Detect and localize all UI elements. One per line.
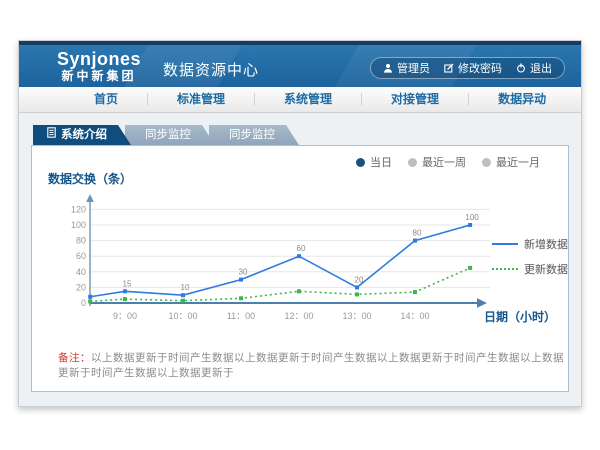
- radio-today[interactable]: 当日: [356, 154, 392, 170]
- svg-text:12：00: 12：00: [284, 311, 313, 321]
- page: Synjones 新中新集团 数据资源中心 管理员 修改密码: [0, 0, 600, 450]
- svg-text:9：00: 9：00: [113, 311, 137, 321]
- tab-label: 系统介绍: [61, 125, 107, 145]
- tab-label: 同步监控: [229, 125, 275, 145]
- svg-text:60: 60: [297, 244, 306, 253]
- svg-text:20: 20: [355, 275, 364, 284]
- tab-sync-monitor-1[interactable]: 同步监控: [125, 125, 215, 145]
- logo-text-en: Synjones: [57, 50, 141, 68]
- svg-text:80: 80: [413, 229, 422, 238]
- svg-text:100: 100: [71, 220, 86, 230]
- tab-sync-monitor-2[interactable]: 同步监控: [209, 125, 299, 145]
- svg-text:15: 15: [123, 279, 132, 288]
- svg-text:30: 30: [239, 268, 248, 277]
- line-chart: 0 20 40 60 80 100 120 9：00 10：00 11：00 12：00 13：00 1…: [60, 188, 490, 328]
- radio-label: 最近一月: [496, 154, 540, 170]
- nav-item-home[interactable]: 首页: [65, 87, 147, 112]
- logo-text-cn: 新中新集团: [57, 70, 141, 82]
- svg-text:11：00: 11：00: [227, 311, 255, 321]
- x-axis-title: 日期（小时）: [484, 308, 556, 325]
- document-icon: [47, 125, 56, 145]
- radio-selected-icon: [356, 158, 365, 167]
- nav-item-system-management[interactable]: 系统管理: [255, 87, 361, 112]
- legend-line-solid: [492, 243, 518, 245]
- logout-label: 退出: [530, 60, 552, 76]
- radio-label: 当日: [370, 154, 392, 170]
- nav-item-docking-management[interactable]: 对接管理: [362, 87, 468, 112]
- radio-unselected-icon: [408, 158, 417, 167]
- svg-text:10: 10: [181, 283, 190, 292]
- tab-label: 同步监控: [145, 125, 191, 145]
- main-nav: 首页 标准管理 系统管理 对接管理 数据异动: [19, 87, 581, 113]
- legend-item-update-data: 更新数据: [492, 261, 568, 277]
- app-window: Synjones 新中新集团 数据资源中心 管理员 修改密码: [18, 40, 582, 407]
- y-axis-title: 数据交换（条）: [48, 170, 132, 187]
- edit-icon: [444, 63, 454, 73]
- svg-text:100: 100: [465, 213, 479, 222]
- user-name-label: 管理员: [397, 60, 430, 76]
- nav-item-data-change[interactable]: 数据异动: [469, 87, 575, 112]
- footnote-text: 以上数据更新于时间产生数据以上数据更新于时间产生数据以上数据更新于时间产生数据以…: [58, 352, 564, 379]
- legend-label: 更新数据: [524, 261, 568, 277]
- footnote-prefix: 备注：: [58, 352, 91, 364]
- current-user-button[interactable]: 管理员: [383, 60, 430, 76]
- user-menu: 管理员 修改密码 退出: [370, 57, 565, 79]
- time-range-filter: 当日 最近一周 最近一月: [356, 154, 540, 170]
- page-title: 数据资源中心: [163, 59, 259, 80]
- change-password-label: 修改密码: [458, 60, 502, 76]
- svg-text:14：00: 14：00: [400, 311, 429, 321]
- nav-item-standard-management[interactable]: 标准管理: [148, 87, 254, 112]
- svg-text:20: 20: [76, 282, 86, 292]
- radio-last-week[interactable]: 最近一周: [408, 154, 466, 170]
- svg-text:80: 80: [76, 236, 86, 246]
- svg-text:13：00: 13：00: [342, 311, 371, 321]
- legend-item-new-data: 新增数据: [492, 236, 568, 252]
- tab-bar: 系统介绍 同步监控 同步监控: [33, 125, 569, 145]
- change-password-button[interactable]: 修改密码: [444, 60, 502, 76]
- chart-legend: 新增数据 更新数据: [492, 236, 568, 286]
- svg-text:0: 0: [81, 298, 86, 308]
- content-area: 系统介绍 同步监控 同步监控 当日 最近一周: [19, 113, 581, 404]
- svg-text:60: 60: [76, 251, 86, 261]
- svg-text:120: 120: [71, 204, 86, 214]
- svg-text:40: 40: [76, 267, 86, 277]
- radio-label: 最近一周: [422, 154, 466, 170]
- power-icon: [516, 63, 526, 73]
- svg-text:10：00: 10：00: [168, 311, 197, 321]
- radio-unselected-icon: [482, 158, 491, 167]
- radio-last-month[interactable]: 最近一月: [482, 154, 540, 170]
- legend-line-dotted: [492, 268, 518, 270]
- legend-label: 新增数据: [524, 236, 568, 252]
- header: Synjones 新中新集团 数据资源中心 管理员 修改密码: [19, 41, 581, 87]
- user-icon: [383, 63, 393, 73]
- logout-button[interactable]: 退出: [516, 60, 552, 76]
- chart-panel: 当日 最近一周 最近一月 数据交换（条） 0 20 40 60 80 100 120 9：00…: [31, 145, 569, 392]
- tab-system-intro[interactable]: 系统介绍: [33, 125, 131, 145]
- footnote: 备注：以上数据更新于时间产生数据以上数据更新于时间产生数据以上数据更新于时间产生…: [58, 350, 568, 380]
- company-logo[interactable]: Synjones 新中新集团: [57, 50, 141, 82]
